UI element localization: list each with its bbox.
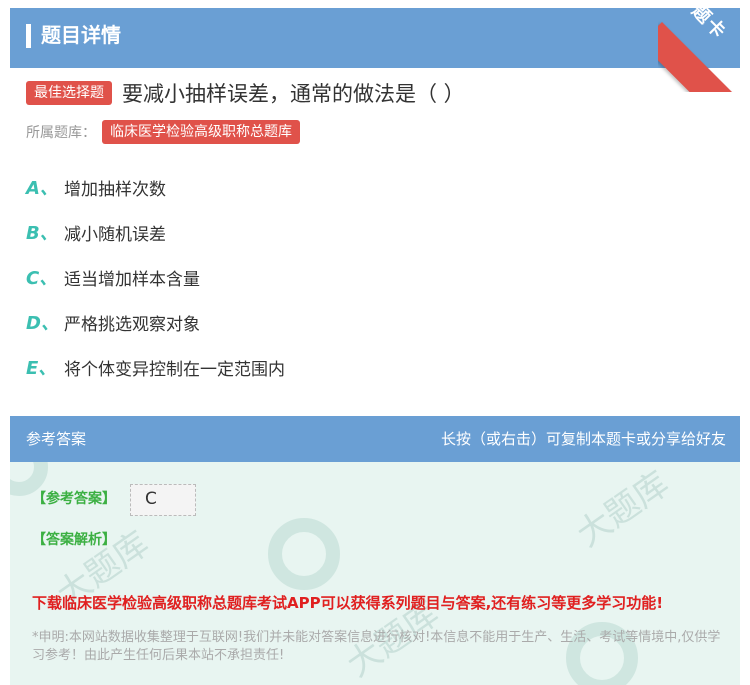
option-letter: A、 xyxy=(26,178,58,199)
source-label: 所属题库： xyxy=(26,125,96,141)
source-bank-link[interactable]: 临床医学检验高级职称总题库 xyxy=(102,120,300,144)
option-text: 将个体变异控制在一定范围内 xyxy=(64,359,285,380)
analysis-label: 【答案解析】 xyxy=(32,532,116,548)
option-text: 严格挑选观察对象 xyxy=(64,314,200,335)
answer-panel: 大题库 大题库 大题库 【参考答案】 C 【答案解析】 下载临床医学检验高级职称… xyxy=(10,462,740,685)
header-accent-bar xyxy=(26,24,31,48)
option-c[interactable]: C、 适当增加样本含量 xyxy=(26,263,200,291)
disclaimer-text: *申明:本网站数据收集整理于互联网!我们并未能对答案信息进行核对!本信息不能用于… xyxy=(32,630,721,663)
question-text: 要减小抽样误差，通常的做法是（ ） xyxy=(122,82,465,106)
header-bar: 题目详情 xyxy=(10,8,740,68)
app-download-link[interactable]: 下载临床医学检验高级职称总题库考试APP可以获得系列题目与答案,还有练习等更多学… xyxy=(32,592,663,613)
question-source: 所属题库： 临床医学检验高级职称总题库 xyxy=(26,119,300,145)
option-d[interactable]: D、 严格挑选观察对象 xyxy=(26,308,200,336)
option-b[interactable]: B、 减小随机误差 xyxy=(26,218,166,246)
option-e[interactable]: E、 将个体变异控制在一定范围内 xyxy=(26,353,285,381)
share-hint: 长按（或右击）可复制本题卡或分享给好友 xyxy=(440,430,726,448)
answer-image: C xyxy=(130,484,196,516)
option-a[interactable]: A、 增加抽样次数 xyxy=(26,173,166,201)
watermark-logo-icon xyxy=(268,518,340,590)
option-text: 适当增加样本含量 xyxy=(64,269,200,290)
option-text: 减小随机误差 xyxy=(64,224,166,245)
watermark-text: 大题库 xyxy=(569,463,677,556)
question-type-badge: 最佳选择题 xyxy=(26,81,112,105)
answer-header: 参考答案 长按（或右击）可复制本题卡或分享给好友 xyxy=(10,416,740,462)
answer-label: 【参考答案】 xyxy=(32,491,116,507)
option-text: 增加抽样次数 xyxy=(64,179,166,200)
option-letter: B、 xyxy=(26,223,58,244)
option-letter: C、 xyxy=(26,268,58,289)
page-title: 题目详情 xyxy=(41,23,121,47)
option-letter: D、 xyxy=(26,313,59,334)
answer-value: C xyxy=(145,489,157,509)
option-letter: E、 xyxy=(26,358,57,379)
answer-section-title: 参考答案 xyxy=(26,430,87,448)
question-line: 最佳选择题 要减小抽样误差，通常的做法是（ ） xyxy=(26,78,465,108)
